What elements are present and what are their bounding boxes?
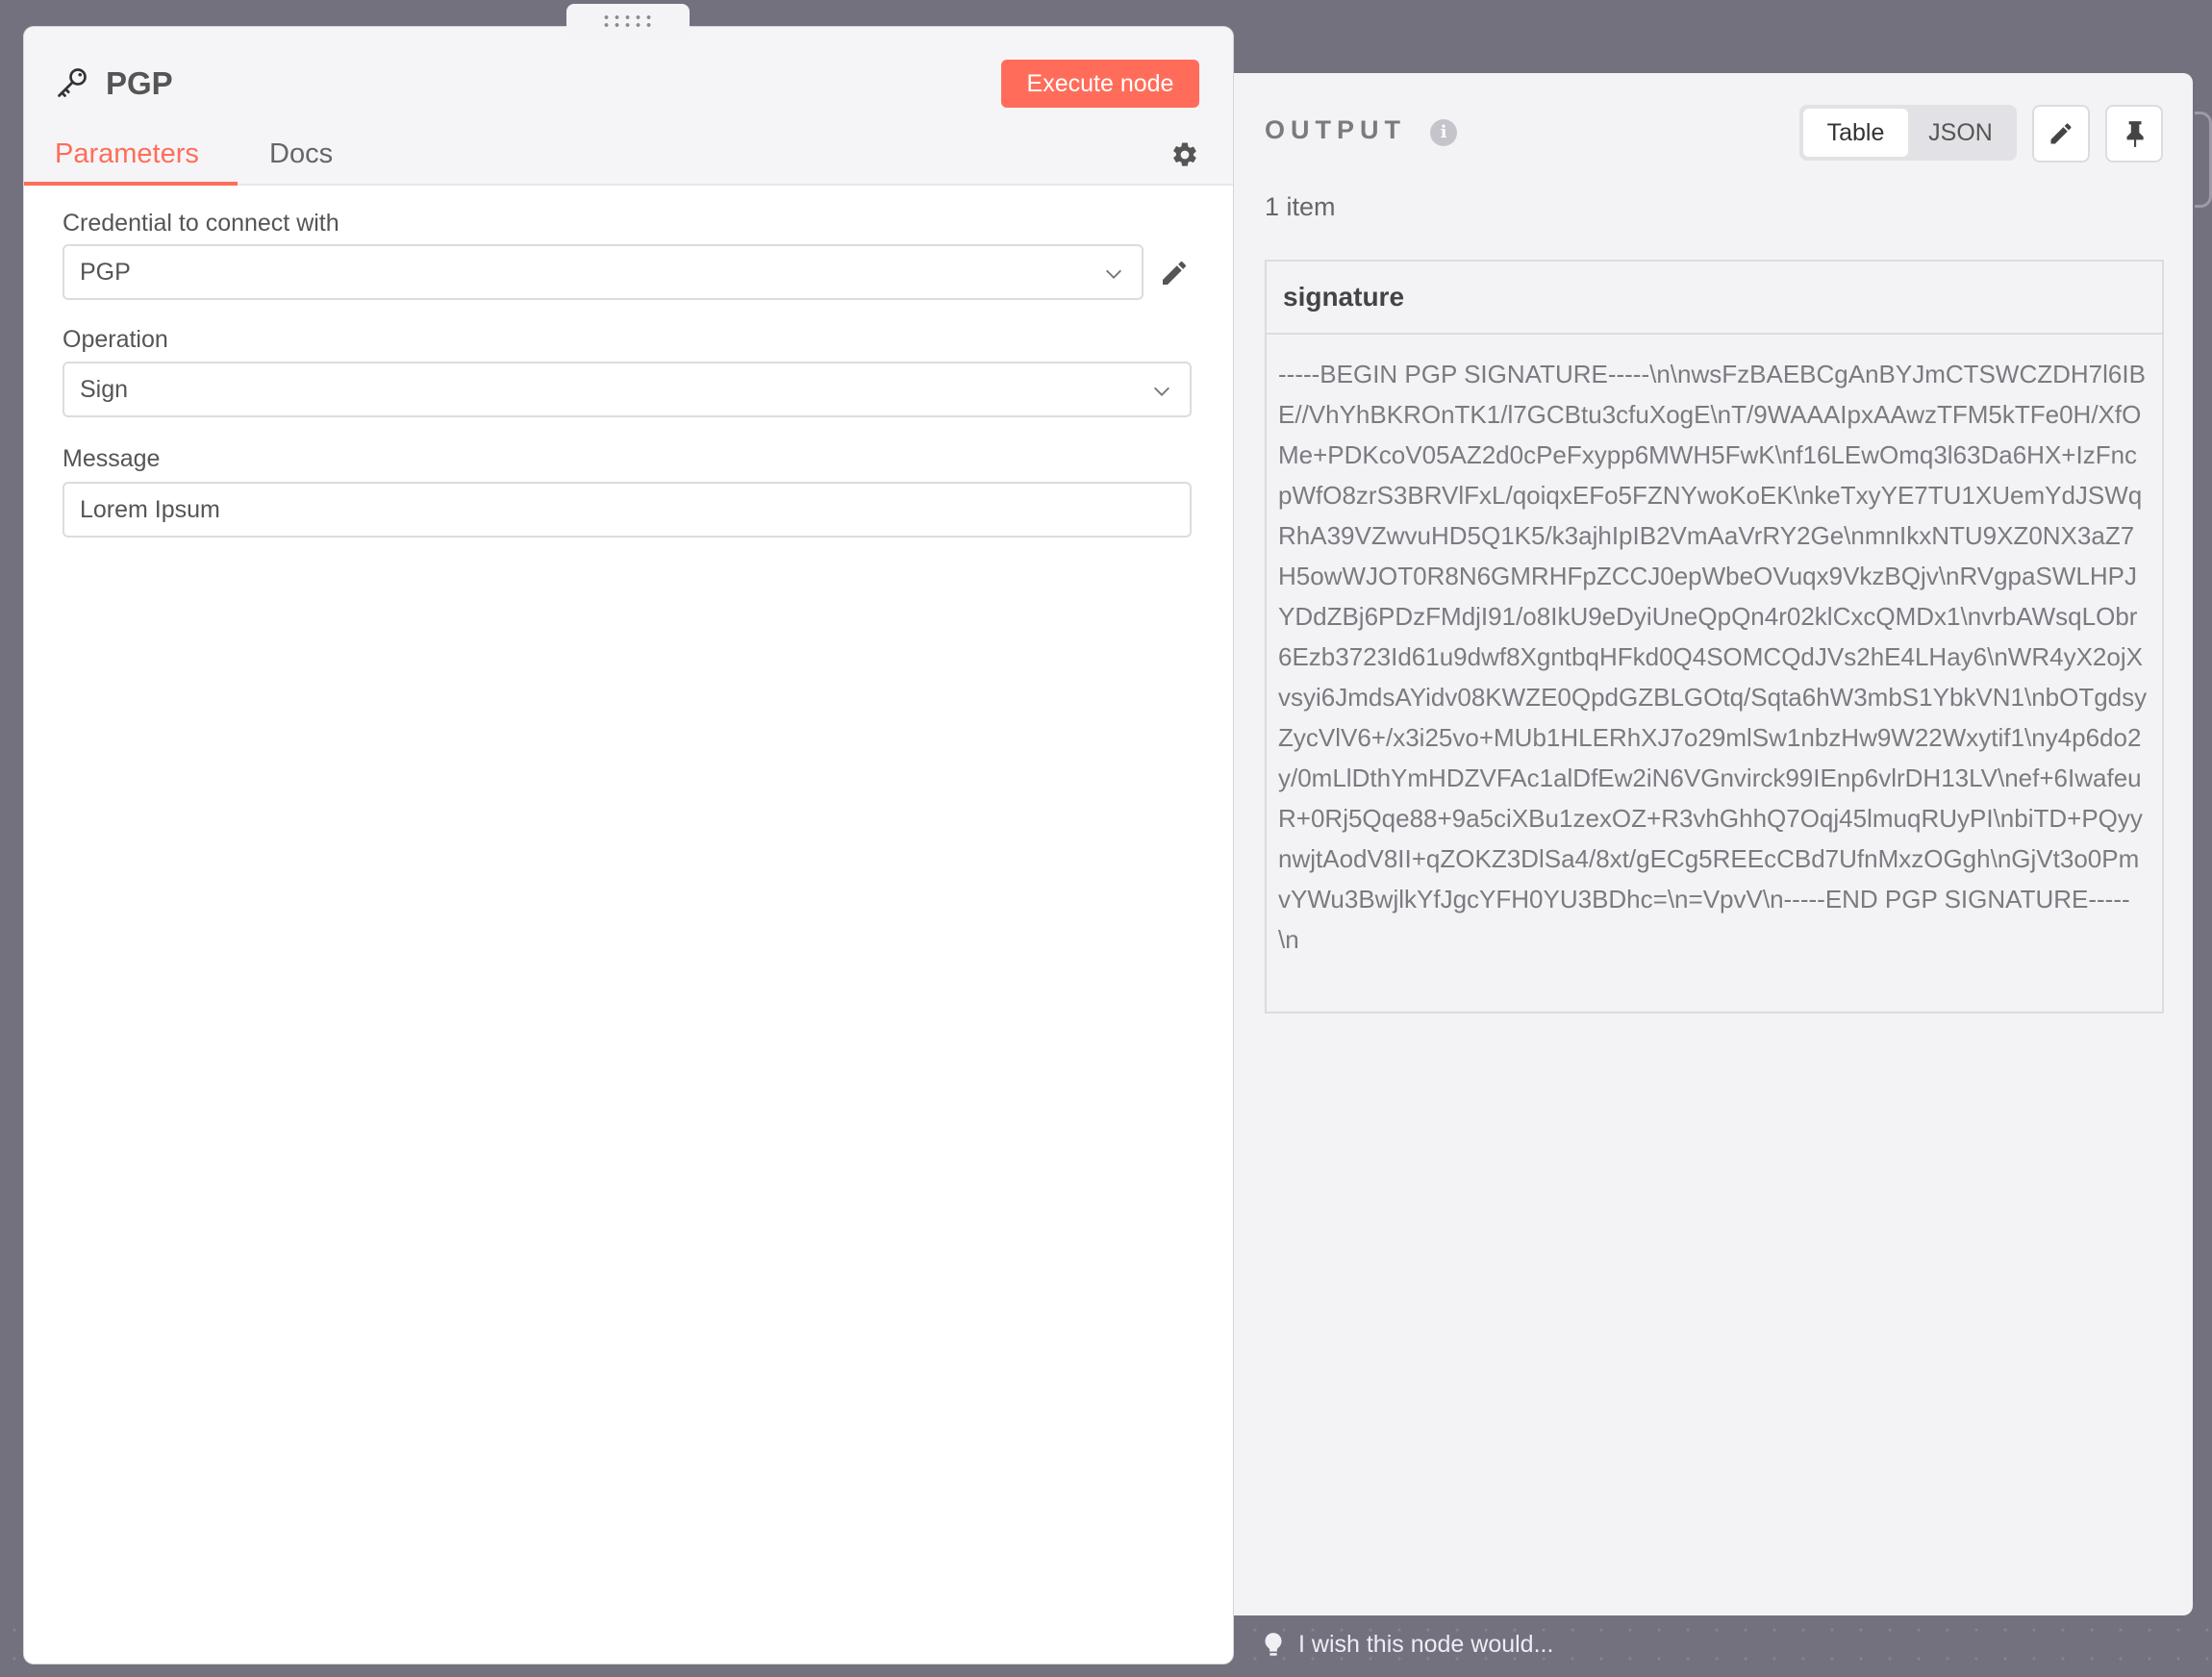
pencil-icon <box>2050 123 2072 144</box>
feedback-hint[interactable]: I wish this node would... <box>1262 1631 1553 1659</box>
chevron-down-icon <box>1106 269 1121 279</box>
table-cell-signature[interactable]: -----BEGIN PGP SIGNATURE-----\n\nwsFzBAE… <box>1267 335 2162 960</box>
key-icon <box>58 68 87 97</box>
feedback-hint-text: I wish this node would... <box>1298 1631 1554 1658</box>
operation-label: Operation <box>63 326 168 353</box>
output-table: signature -----BEGIN PGP SIGNATURE-----\… <box>1265 260 2164 1014</box>
chevron-down-icon <box>1154 387 1169 396</box>
item-count: 1 item <box>1265 192 1336 221</box>
panel-drag-handle[interactable] <box>566 4 690 42</box>
table-header-signature: signature <box>1267 262 2162 335</box>
info-icon[interactable]: i <box>1430 119 1457 146</box>
edit-credential-icon[interactable] <box>1159 258 1190 288</box>
output-title: OUTPUT <box>1265 115 1406 144</box>
lightbulb-icon <box>1265 1632 1282 1656</box>
active-tab-indicator <box>24 182 238 186</box>
execute-node-button[interactable]: Execute node <box>1001 60 1199 108</box>
message-value: Lorem Ipsum <box>80 495 220 523</box>
parameters-panel: PGP Execute node Parameters Docs Credent… <box>24 27 1233 1664</box>
message-label: Message <box>63 445 161 472</box>
operation-select[interactable]: Sign <box>63 362 1192 417</box>
operation-value: Sign <box>80 375 129 403</box>
drag-dots-icon <box>601 13 655 29</box>
node-header: PGP Execute node Parameters Docs <box>24 27 1233 186</box>
output-panel: OUTPUT i Table JSON 1 item signature ---… <box>1193 73 2193 1615</box>
view-toggle: Table JSON <box>1799 105 2017 161</box>
credential-value: PGP <box>80 258 131 286</box>
pin-output-button[interactable] <box>2105 105 2163 163</box>
message-input[interactable]: Lorem Ipsum <box>63 482 1192 538</box>
credential-label: Credential to connect with <box>63 210 339 237</box>
panel-edge-handle <box>2195 112 2212 208</box>
node-title: PGP <box>106 65 173 101</box>
pin-icon <box>2126 121 2144 147</box>
edit-output-button[interactable] <box>2032 105 2090 163</box>
tab-docs[interactable]: Docs <box>269 138 333 170</box>
view-table-button[interactable]: Table <box>1803 109 1908 157</box>
tab-parameters[interactable]: Parameters <box>55 138 199 170</box>
view-json-button[interactable]: JSON <box>1908 109 2013 157</box>
credential-select[interactable]: PGP <box>63 244 1144 300</box>
gear-icon[interactable] <box>1170 140 1199 169</box>
